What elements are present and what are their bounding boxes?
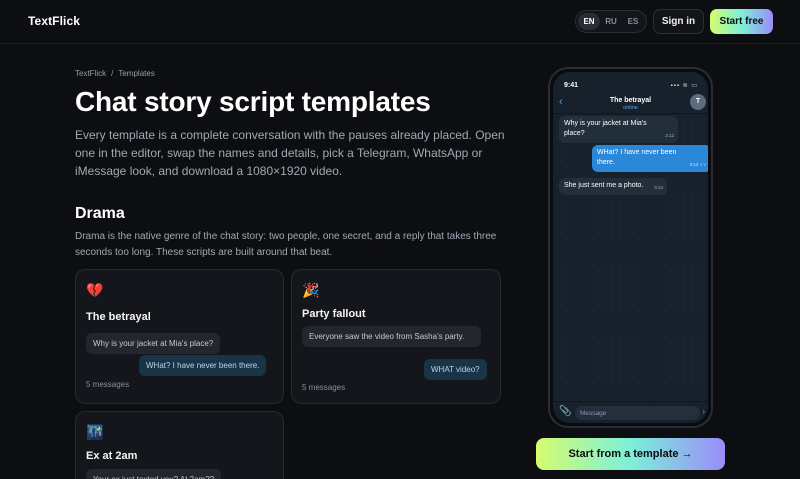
signal-wifi-battery-icon: ▪▪▪ ≋ ▭ <box>670 83 698 89</box>
breadcrumb: TextFlick / Templates <box>75 69 155 78</box>
phone-preview: 9:41 ▪▪▪ ≋ ▭ ‹ The betrayal online T Why… <box>548 67 713 428</box>
phone-clock: 9:41 <box>564 82 579 89</box>
outgoing-message-preview: WHat? I have never been there. <box>139 355 267 376</box>
card-title: The betrayal <box>86 311 151 323</box>
lang-option-en[interactable]: EN <box>578 13 600 30</box>
section-description: Drama is the native genre of the chat st… <box>75 231 497 258</box>
template-card-the-betrayal[interactable]: 💔 The betrayal Why is your jacket at Mia… <box>75 269 284 404</box>
message-input[interactable] <box>575 406 700 420</box>
start-free-button[interactable]: Start free <box>710 9 773 34</box>
top-nav: TextFlick EN RU ES Sign in Start free <box>0 0 800 44</box>
incoming-message-preview: Why is your jacket at Mia's place? <box>86 333 221 354</box>
incoming-message-preview: Your ex just texted you? At 2am?? <box>86 469 222 479</box>
attach-icon[interactable]: 📎 <box>559 406 571 417</box>
page-title: Chat story script templates <box>75 86 431 117</box>
card-title: Party fallout <box>302 308 366 320</box>
avatar: T <box>690 94 706 110</box>
language-switcher: EN RU ES <box>575 10 647 33</box>
breadcrumb-separator: / <box>111 69 114 78</box>
message-text: WHat? I have never been there. <box>597 149 677 166</box>
chat-composer: 📎 › <box>553 401 708 423</box>
sign-in-button[interactable]: Sign in <box>653 9 704 34</box>
breadcrumb-current: Templates <box>118 69 155 78</box>
chat-screen: 9:41 ▪▪▪ ≋ ▭ ‹ The betrayal online T Why… <box>553 72 708 423</box>
chat-message-incoming: Why is your jacket at Mia's place? 3:12 <box>559 116 678 143</box>
chat-contact-name: The betrayal <box>609 97 652 104</box>
incoming-message-preview: Everyone saw the video from Sasha's part… <box>302 326 481 347</box>
lang-option-ru[interactable]: RU <box>600 13 622 30</box>
message-text: Why is your jacket at Mia's place? <box>564 120 647 137</box>
message-time: 3:12 <box>665 133 674 138</box>
message-text: She just sent me a photo. <box>564 182 644 189</box>
message-count: 5 messages <box>302 383 346 392</box>
message-time: 3:13 ✓✓ <box>689 162 707 167</box>
message-time: 3:14 <box>654 185 663 190</box>
chat-header: ‹ The betrayal online T <box>553 92 708 114</box>
chat-contact-status: online <box>623 105 638 111</box>
section-title-drama: Drama <box>75 205 125 222</box>
party-popper-icon: 🎉 <box>302 282 320 298</box>
phone-status-bar: 9:41 ▪▪▪ ≋ ▭ <box>553 72 708 92</box>
night-city-icon: 🌃 <box>86 424 104 440</box>
breadcrumb-home-link[interactable]: TextFlick <box>75 69 106 78</box>
broken-heart-icon: 💔 <box>86 282 104 298</box>
brand-logo[interactable]: TextFlick <box>28 14 80 28</box>
chat-message-incoming: She just sent me a photo. 3:14 <box>559 178 667 195</box>
outgoing-message-preview: WHAT video? <box>424 359 487 380</box>
card-title: Ex at 2am <box>86 450 138 462</box>
send-icon[interactable]: › <box>702 407 705 416</box>
start-from-template-button[interactable]: Start from a template → <box>536 438 725 470</box>
page-lead: Every template is a complete conversatio… <box>75 128 505 178</box>
template-card-party-fallout[interactable]: 🎉 Party fallout Everyone saw the video f… <box>291 269 501 404</box>
template-card-ex-at-2am[interactable]: 🌃 Ex at 2am Your ex just texted you? At … <box>75 411 284 479</box>
message-count: 5 messages <box>86 380 130 389</box>
lang-option-es[interactable]: ES <box>622 13 644 30</box>
chat-message-outgoing: WHat? I have never been there. 3:13 ✓✓ <box>592 145 708 172</box>
